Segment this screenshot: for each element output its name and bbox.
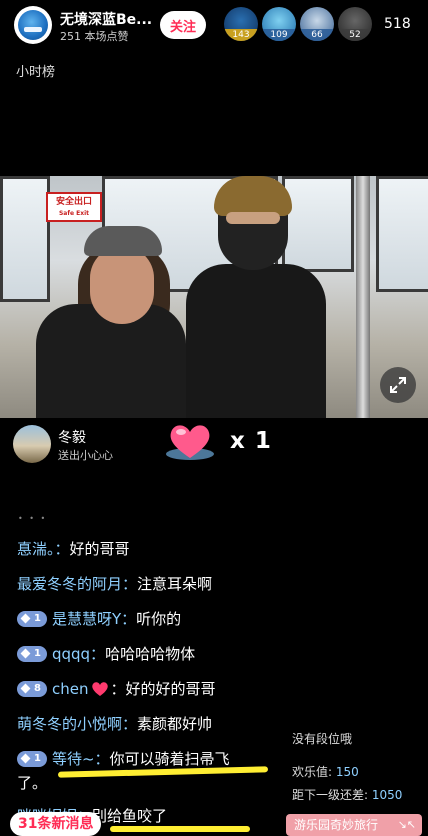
level-badge: 1 xyxy=(17,610,47,627)
chat-text: 注意耳朵啊 xyxy=(137,575,213,593)
grab-pole xyxy=(356,176,370,418)
gift-sender-avatar[interactable] xyxy=(13,425,51,463)
chat-username[interactable]: chen xyxy=(52,680,89,698)
new-messages-button[interactable]: 31条新消息 xyxy=(10,812,102,836)
chat-text: 哈哈哈哈物体 xyxy=(105,645,196,663)
chat-text: 你可以骑着扫帚飞 xyxy=(109,750,230,768)
streamer-man-eyes xyxy=(226,212,280,224)
viewer-avatar[interactable]: 143 xyxy=(224,7,258,41)
chat-username[interactable]: 最爱冬冬的阿月： xyxy=(17,573,137,594)
level-badge: 1 xyxy=(17,750,47,767)
diamond-icon xyxy=(20,648,31,659)
bus-window xyxy=(376,176,428,292)
viewer-count[interactable]: 518 xyxy=(384,16,411,32)
heart-gift-icon xyxy=(166,425,214,460)
level-number: 1 xyxy=(34,613,41,624)
level-number: 1 xyxy=(34,753,41,764)
level-badge: 8 xyxy=(17,680,47,697)
host-logo-icon xyxy=(18,10,48,40)
chat-text: 好的哥哥 xyxy=(69,540,130,558)
diamond-icon xyxy=(20,753,31,764)
joy-label: 欢乐值: xyxy=(292,765,333,779)
highlight-underline xyxy=(110,826,250,832)
joy-value: 150 xyxy=(335,765,359,779)
gap-label: 距下一级还差: xyxy=(292,788,369,802)
chat-message: 最爱冬冬的阿月： 注意耳朵啊 xyxy=(17,573,212,594)
streamer-woman-face xyxy=(90,246,154,324)
chat-username[interactable]: 是慧慧呀Y： xyxy=(52,608,136,629)
viewer-badge: 66 xyxy=(300,29,334,41)
gift-notification: 冬毅 送出小心心 x 1 xyxy=(0,420,428,472)
level-badge: 1 xyxy=(17,645,47,662)
chat-username[interactable]: 等待~： xyxy=(52,748,110,769)
viewer-badge: 52 xyxy=(338,29,372,41)
level-number: 8 xyxy=(34,683,41,694)
viewer-badge: 143 xyxy=(224,29,258,41)
diamond-icon xyxy=(20,613,31,624)
chat-text: 听你的 xyxy=(136,610,182,628)
chat-text: 了。 xyxy=(17,774,48,792)
chat-username[interactable]: 惪湍。： xyxy=(17,538,70,559)
chat-message: 8 chen ：好的好的哥哥 xyxy=(17,678,215,699)
host-avatar[interactable] xyxy=(14,6,52,44)
bus-window xyxy=(282,176,354,272)
chat-message-continued: 了。 xyxy=(17,772,47,793)
expand-icon xyxy=(390,377,406,393)
viewer-avatar[interactable]: 52 xyxy=(338,7,372,41)
hourly-rank-link[interactable]: 小时榜 xyxy=(16,61,55,80)
chat-fade-indicator: • • • xyxy=(18,514,48,523)
chat-username[interactable]: 萌冬冬的小悦啊： xyxy=(17,713,137,734)
gift-sender-name: 冬毅 xyxy=(58,430,86,446)
live-video[interactable]: 安全出口 Safe Exit xyxy=(0,176,428,418)
bus-window xyxy=(0,176,50,302)
heart-icon xyxy=(92,681,109,696)
streamer-woman-cap xyxy=(84,226,162,256)
streamer-man-body xyxy=(186,264,326,418)
viewer-avatar[interactable]: 66 xyxy=(300,7,334,41)
exit-sign: 安全出口 Safe Exit xyxy=(46,192,102,222)
level-number: 1 xyxy=(34,648,41,659)
follow-button[interactable]: 关注 xyxy=(160,11,206,39)
chat-text: 素颜都好帅 xyxy=(137,715,213,733)
gap-row: 距下一级还差: 1050 xyxy=(292,786,402,803)
joy-row: 欢乐值: 150 xyxy=(292,763,359,780)
chat-message: 1 等待~： 你可以骑着扫帚飞 xyxy=(17,748,230,769)
host-likes-count: 251 本场点赞 xyxy=(60,30,129,43)
promo-label: 游乐园奇妙旅行 xyxy=(294,818,379,832)
viewer-badge: 109 xyxy=(262,29,296,41)
gift-action-text: 送出小心心 xyxy=(58,449,113,462)
chat-message: 1 qqqq： 哈哈哈哈物体 xyxy=(17,643,195,664)
chat-text: 别给鱼咬了 xyxy=(92,807,168,825)
gap-value: 1050 xyxy=(371,788,403,802)
top-bar: 无境深蓝Be... 251 本场点赞 关注 143 109 66 52 518 xyxy=(0,0,428,52)
exit-sign-text: 安全出口 xyxy=(55,197,92,207)
host-name[interactable]: 无境深蓝Be... xyxy=(60,9,152,29)
chat-message: 1 是慧慧呀Y： 听你的 xyxy=(17,608,181,629)
gift-count: x 1 xyxy=(230,428,272,454)
fullscreen-button[interactable] xyxy=(380,367,416,403)
chat-username[interactable]: qqqq： xyxy=(52,643,105,664)
chat-message: 萌冬冬的小悦啊： 素颜都好帅 xyxy=(17,713,212,734)
no-rank-text: 没有段位哦 xyxy=(292,732,353,746)
diamond-icon xyxy=(20,683,31,694)
chat-text: ：好的好的哥哥 xyxy=(110,680,216,698)
streamer-man-hair xyxy=(214,176,292,216)
chat-message: 惪湍。： 好的哥哥 xyxy=(17,538,130,559)
exit-sign-subtext: Safe Exit xyxy=(58,210,90,217)
viewer-avatar[interactable]: 109 xyxy=(262,7,296,41)
